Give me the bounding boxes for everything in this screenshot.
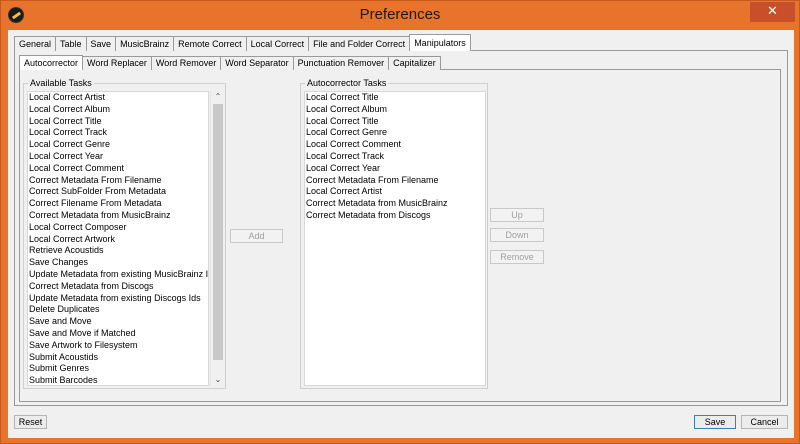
- tab-manipulators[interactable]: Manipulators: [409, 34, 471, 51]
- preferences-window: Preferences ✕ General Table Save MusicBr…: [0, 0, 800, 444]
- cancel-button[interactable]: Cancel: [741, 415, 788, 429]
- list-item[interactable]: Local Correct Artist: [305, 186, 485, 198]
- title-bar[interactable]: Preferences ✕: [1, 1, 799, 29]
- sub-tab-bar: Autocorrector Word Replacer Word Remover…: [19, 55, 441, 70]
- tab-word-separator[interactable]: Word Separator: [220, 56, 294, 70]
- list-item[interactable]: Correct Metadata from Discogs: [305, 210, 485, 222]
- available-tasks-label: Available Tasks: [28, 78, 94, 88]
- add-button[interactable]: Add: [230, 229, 283, 243]
- close-button[interactable]: ✕: [750, 2, 795, 22]
- save-button[interactable]: Save: [694, 415, 736, 429]
- list-item[interactable]: Correct Metadata from MusicBrainz: [28, 210, 208, 222]
- list-item[interactable]: Local Correct Year: [305, 163, 485, 175]
- list-item[interactable]: Correct Metadata From Filename: [28, 175, 208, 187]
- list-item[interactable]: Local Correct Title: [305, 92, 485, 104]
- list-item[interactable]: Update Metadata from existing MusicBrain…: [28, 269, 208, 281]
- list-item[interactable]: Submit Genres: [28, 363, 208, 375]
- list-item[interactable]: Local Correct Artist: [28, 92, 208, 104]
- list-item[interactable]: Local Correct Album: [28, 104, 208, 116]
- list-item[interactable]: Local Correct Comment: [28, 163, 208, 175]
- autocorrector-tasks-group: Autocorrector Tasks Local Correct Title …: [300, 78, 488, 389]
- tab-punctuation-remover[interactable]: Punctuation Remover: [292, 56, 390, 70]
- autocorrector-tasks-list[interactable]: Local Correct Title Local Correct Album …: [304, 91, 486, 386]
- tab-file-and-folder-correct[interactable]: File and Folder Correct: [308, 36, 411, 51]
- tab-save[interactable]: Save: [85, 36, 117, 51]
- available-tasks-scrollbar[interactable]: ⌃ ⌄: [210, 91, 224, 386]
- available-tasks-list[interactable]: Local Correct Artist Local Correct Album…: [27, 91, 209, 386]
- available-tasks-group: Available Tasks Local Correct Artist Loc…: [23, 78, 226, 389]
- list-item[interactable]: Local Correct Comment: [305, 139, 485, 151]
- list-item[interactable]: Local Correct Track: [28, 127, 208, 139]
- tab-word-replacer[interactable]: Word Replacer: [82, 56, 152, 70]
- move-up-button[interactable]: Up: [490, 208, 544, 222]
- list-item[interactable]: Update Metadata from existing Discogs Id…: [28, 293, 208, 305]
- list-item[interactable]: Correct Metadata from MusicBrainz: [305, 198, 485, 210]
- list-item[interactable]: Local Correct Title: [28, 116, 208, 128]
- scroll-up-icon[interactable]: ⌃: [211, 91, 225, 103]
- list-item[interactable]: Local Correct Genre: [28, 139, 208, 151]
- list-item[interactable]: Local Correct Title: [305, 116, 485, 128]
- list-item[interactable]: Submit Barcodes: [28, 375, 208, 385]
- move-down-button[interactable]: Down: [490, 228, 544, 242]
- tab-table[interactable]: Table: [55, 36, 87, 51]
- tab-remote-correct[interactable]: Remote Correct: [173, 36, 247, 51]
- list-item[interactable]: Local Correct Artwork: [28, 234, 208, 246]
- list-item[interactable]: Local Correct Album: [305, 104, 485, 116]
- list-item[interactable]: Retrieve Acoustids: [28, 245, 208, 257]
- reset-button[interactable]: Reset: [14, 415, 47, 429]
- list-item[interactable]: Correct Metadata From Filename: [305, 175, 485, 187]
- scrollbar-thumb[interactable]: [213, 104, 223, 360]
- scroll-down-icon[interactable]: ⌄: [211, 374, 225, 386]
- list-item[interactable]: Correct SubFolder From Metadata: [28, 186, 208, 198]
- list-item[interactable]: Save and Move: [28, 316, 208, 328]
- list-item[interactable]: Save and Move if Matched: [28, 328, 208, 340]
- tab-capitalizer[interactable]: Capitalizer: [388, 56, 441, 70]
- autocorrector-tasks-label: Autocorrector Tasks: [305, 78, 389, 88]
- remove-button[interactable]: Remove: [490, 250, 544, 264]
- list-item[interactable]: Local Correct Composer: [28, 222, 208, 234]
- list-item[interactable]: Local Correct Track: [305, 151, 485, 163]
- list-item[interactable]: Local Correct Year: [28, 151, 208, 163]
- tab-musicbrainz[interactable]: MusicBrainz: [115, 36, 175, 51]
- list-item[interactable]: Delete Duplicates: [28, 304, 208, 316]
- list-item[interactable]: Save Changes: [28, 257, 208, 269]
- list-item[interactable]: Correct Filename From Metadata: [28, 198, 208, 210]
- dialog-body: General Table Save MusicBrainz Remote Co…: [8, 30, 794, 438]
- list-item[interactable]: Save Artwork to Filesystem: [28, 340, 208, 352]
- main-tab-bar: General Table Save MusicBrainz Remote Co…: [14, 34, 471, 51]
- close-icon: ✕: [767, 4, 778, 19]
- list-item[interactable]: Local Correct Genre: [305, 127, 485, 139]
- tab-general[interactable]: General: [14, 36, 57, 51]
- list-item[interactable]: Submit Acoustids: [28, 352, 208, 364]
- window-title: Preferences: [359, 6, 441, 23]
- tab-autocorrector[interactable]: Autocorrector: [19, 55, 84, 70]
- tab-local-correct[interactable]: Local Correct: [245, 36, 310, 51]
- list-item[interactable]: Correct Metadata from Discogs: [28, 281, 208, 293]
- tab-word-remover[interactable]: Word Remover: [150, 56, 222, 70]
